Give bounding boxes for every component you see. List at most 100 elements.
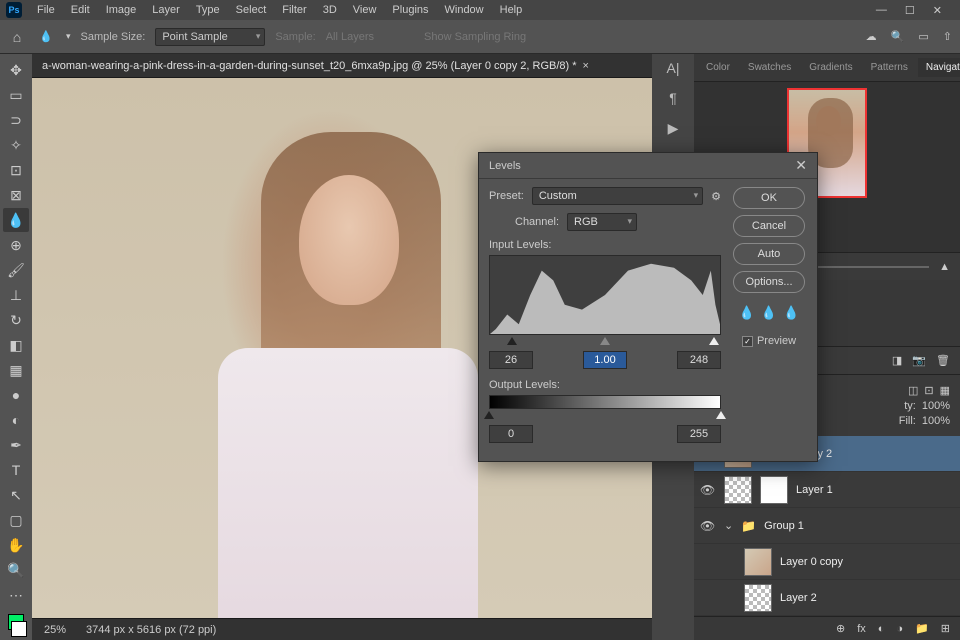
input-gamma-field[interactable]: 1.00 bbox=[583, 351, 627, 369]
blur-tool-icon[interactable]: ● bbox=[3, 383, 29, 407]
layer-thumbnail[interactable] bbox=[744, 548, 772, 576]
new-layer-icon[interactable]: ⊞ bbox=[941, 622, 950, 635]
close-window-icon[interactable]: ✕ bbox=[933, 4, 942, 17]
output-black-slider[interactable] bbox=[484, 411, 494, 419]
tab-patterns[interactable]: Patterns bbox=[863, 58, 916, 77]
layer-thumbnail[interactable] bbox=[724, 476, 752, 504]
home-icon[interactable]: ⌂ bbox=[8, 28, 26, 46]
link-prop-icon[interactable]: ⊡ bbox=[924, 384, 933, 397]
hand-tool-icon[interactable]: ✋ bbox=[3, 533, 29, 557]
layer-name[interactable]: Layer 2 bbox=[780, 592, 817, 604]
character-panel-icon[interactable]: A| bbox=[667, 60, 680, 76]
visibility-icon[interactable]: 👁 bbox=[700, 483, 716, 497]
history-brush-icon[interactable]: ↻ bbox=[3, 308, 29, 332]
black-point-slider[interactable] bbox=[507, 337, 517, 345]
type-tool-icon[interactable]: T bbox=[3, 458, 29, 482]
tab-gradients[interactable]: Gradients bbox=[801, 58, 860, 77]
layer-thumbnail[interactable] bbox=[744, 584, 772, 612]
menu-help[interactable]: Help bbox=[493, 2, 530, 18]
gradient-tool-icon[interactable]: ▦ bbox=[3, 358, 29, 382]
workspace-icon[interactable]: ▭ bbox=[918, 30, 928, 43]
mountain-large-icon[interactable]: ▲ bbox=[939, 261, 950, 273]
tab-swatches[interactable]: Swatches bbox=[740, 58, 799, 77]
move-tool-icon[interactable]: ✥ bbox=[3, 58, 29, 82]
show-sampling-ring[interactable]: Show Sampling Ring bbox=[424, 31, 526, 43]
paragraph-panel-icon[interactable]: ¶ bbox=[669, 90, 677, 106]
opacity-value[interactable]: 100% bbox=[922, 400, 950, 412]
lasso-tool-icon[interactable]: ⊃ bbox=[3, 108, 29, 132]
maximize-icon[interactable]: ☐ bbox=[905, 4, 915, 17]
layer-row[interactable]: Layer 0 copy bbox=[694, 544, 960, 580]
actions-panel-icon[interactable]: ▶ bbox=[668, 120, 679, 137]
cloud-docs-icon[interactable]: ☁ bbox=[866, 30, 877, 43]
menu-plugins[interactable]: Plugins bbox=[385, 2, 435, 18]
layer-row[interactable]: 👁 Layer 1 bbox=[694, 472, 960, 508]
sample-size-select[interactable]: Point Sample bbox=[155, 28, 265, 46]
fx-icon[interactable]: fx bbox=[857, 623, 866, 635]
ok-button[interactable]: OK bbox=[733, 187, 805, 209]
zoom-tool-icon[interactable]: 🔍 bbox=[3, 558, 29, 582]
layer-mask-thumbnail[interactable] bbox=[760, 476, 788, 504]
cancel-button[interactable]: Cancel bbox=[733, 215, 805, 237]
frame-tool-icon[interactable]: ⊠ bbox=[3, 183, 29, 207]
more-tools-icon[interactable]: ⋯ bbox=[3, 583, 29, 607]
eyedropper-tool-icon[interactable]: 💧 bbox=[3, 208, 29, 232]
heal-tool-icon[interactable]: ⊕ bbox=[3, 233, 29, 257]
crop-prop-icon[interactable]: ◫ bbox=[908, 384, 918, 397]
menu-layer[interactable]: Layer bbox=[145, 2, 187, 18]
more-prop-icon[interactable]: ▦ bbox=[940, 384, 950, 397]
mask-icon[interactable]: ◐ bbox=[878, 623, 885, 635]
marquee-tool-icon[interactable]: ▭ bbox=[3, 83, 29, 107]
menu-edit[interactable]: Edit bbox=[64, 2, 97, 18]
folder-icon[interactable]: 📁 bbox=[915, 622, 929, 635]
gamma-slider[interactable] bbox=[600, 337, 610, 345]
camera-icon[interactable]: 📷 bbox=[912, 354, 926, 367]
dodge-tool-icon[interactable]: ◐ bbox=[3, 408, 29, 432]
share-icon[interactable]: ⇧ bbox=[943, 30, 952, 43]
stamp-tool-icon[interactable]: ⊥ bbox=[3, 283, 29, 307]
menu-3d[interactable]: 3D bbox=[316, 2, 344, 18]
gear-icon[interactable]: ⚙ bbox=[711, 190, 721, 203]
disclosure-icon[interactable]: ⌄ bbox=[724, 519, 733, 532]
menu-type[interactable]: Type bbox=[189, 2, 227, 18]
crop-tool-icon[interactable]: ⊡ bbox=[3, 158, 29, 182]
layer-name[interactable]: Layer 0 copy bbox=[780, 556, 843, 568]
layer-name[interactable]: Layer 1 bbox=[796, 484, 833, 496]
black-eyedropper-icon[interactable]: 💧 bbox=[739, 305, 755, 321]
white-point-slider[interactable] bbox=[709, 337, 719, 345]
output-sliders[interactable] bbox=[489, 411, 721, 421]
menu-filter[interactable]: Filter bbox=[275, 2, 313, 18]
brush-tool-icon[interactable]: 🖌 bbox=[3, 258, 29, 282]
background-color-swatch[interactable] bbox=[11, 621, 27, 637]
trash-icon[interactable]: 🗑 bbox=[936, 354, 950, 367]
preview-checkbox[interactable]: ✓ Preview bbox=[742, 335, 796, 347]
close-tab-icon[interactable]: × bbox=[583, 60, 589, 72]
input-black-field[interactable]: 26 bbox=[489, 351, 533, 369]
auto-button[interactable]: Auto bbox=[733, 243, 805, 265]
white-eyedropper-icon[interactable]: 💧 bbox=[783, 305, 799, 321]
input-white-field[interactable]: 248 bbox=[677, 351, 721, 369]
fill-value[interactable]: 100% bbox=[922, 415, 950, 427]
menu-view[interactable]: View bbox=[346, 2, 384, 18]
chevron-down-icon[interactable]: ▾ bbox=[66, 31, 71, 42]
document-tab[interactable]: a-woman-wearing-a-pink-dress-in-a-garden… bbox=[32, 54, 652, 78]
link-layers-icon[interactable]: ⊕ bbox=[836, 622, 845, 635]
close-icon[interactable]: ✕ bbox=[795, 157, 807, 174]
shape-tool-icon[interactable]: ▢ bbox=[3, 508, 29, 532]
channel-select[interactable]: RGB bbox=[567, 213, 637, 231]
eraser-tool-icon[interactable]: ◧ bbox=[3, 333, 29, 357]
menu-select[interactable]: Select bbox=[229, 2, 274, 18]
menu-file[interactable]: File bbox=[30, 2, 62, 18]
zoom-level[interactable]: 25% bbox=[44, 624, 66, 636]
visibility-icon[interactable]: 👁 bbox=[700, 519, 716, 533]
layer-row[interactable]: Layer 2 bbox=[694, 580, 960, 616]
output-white-field[interactable]: 255 bbox=[677, 425, 721, 443]
menu-window[interactable]: Window bbox=[438, 2, 491, 18]
output-white-slider[interactable] bbox=[716, 411, 726, 419]
new-adjustment-icon[interactable]: ◨ bbox=[892, 354, 902, 367]
adj-layer-icon[interactable]: ◑ bbox=[896, 623, 903, 635]
layer-name[interactable]: Group 1 bbox=[764, 520, 804, 532]
tab-navigator[interactable]: Navigator bbox=[918, 58, 960, 77]
wand-tool-icon[interactable]: ✧ bbox=[3, 133, 29, 157]
pen-tool-icon[interactable]: ✒ bbox=[3, 433, 29, 457]
